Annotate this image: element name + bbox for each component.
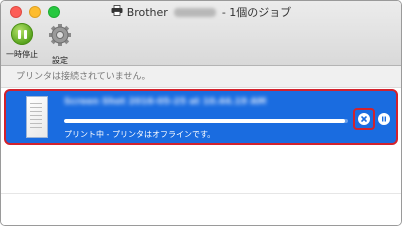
empty-job-list-area: [1, 149, 401, 225]
pause-printer-label: 一時停止: [6, 50, 38, 59]
job-progress-bar: [64, 119, 348, 123]
close-circle-icon: [358, 113, 370, 125]
cancel-job-button[interactable]: [353, 108, 375, 130]
title-bar: Brother - 1個のジョブ 一時停止 設定: [1, 1, 401, 66]
gear-icon: [48, 23, 72, 51]
printer-status-message: プリンタは接続されていません。: [16, 72, 151, 82]
pause-job-button[interactable]: [378, 113, 390, 125]
pause-icon: [11, 23, 33, 45]
settings-button[interactable]: 設定: [35, 23, 85, 65]
window-title-suffix: - 1個のジョブ: [221, 6, 292, 19]
window-title: Brother - 1個のジョブ: [1, 4, 401, 20]
print-queue-window: Brother - 1個のジョブ 一時停止 設定 プリンタは接続されていません。…: [0, 0, 402, 226]
print-job-row[interactable]: Screen Shot 2016-05-25 at 10.44.19 AM プリ…: [4, 89, 398, 145]
list-divider: [1, 193, 401, 194]
document-icon: [26, 96, 48, 138]
job-progress-fill: [64, 119, 346, 123]
job-status-text: プリント中 - プリンタはオフラインです。: [64, 130, 216, 139]
job-name: Screen Shot 2016-05-25 at 10.44.19 AM: [64, 97, 267, 107]
pause-circle-icon: [382, 116, 386, 122]
window-title-model-redacted: [173, 7, 216, 17]
settings-label: 設定: [52, 56, 68, 65]
window-title-app: Brother: [126, 5, 168, 19]
printer-icon: [111, 5, 123, 19]
printer-status-bar: プリンタは接続されていません。: [1, 66, 401, 88]
